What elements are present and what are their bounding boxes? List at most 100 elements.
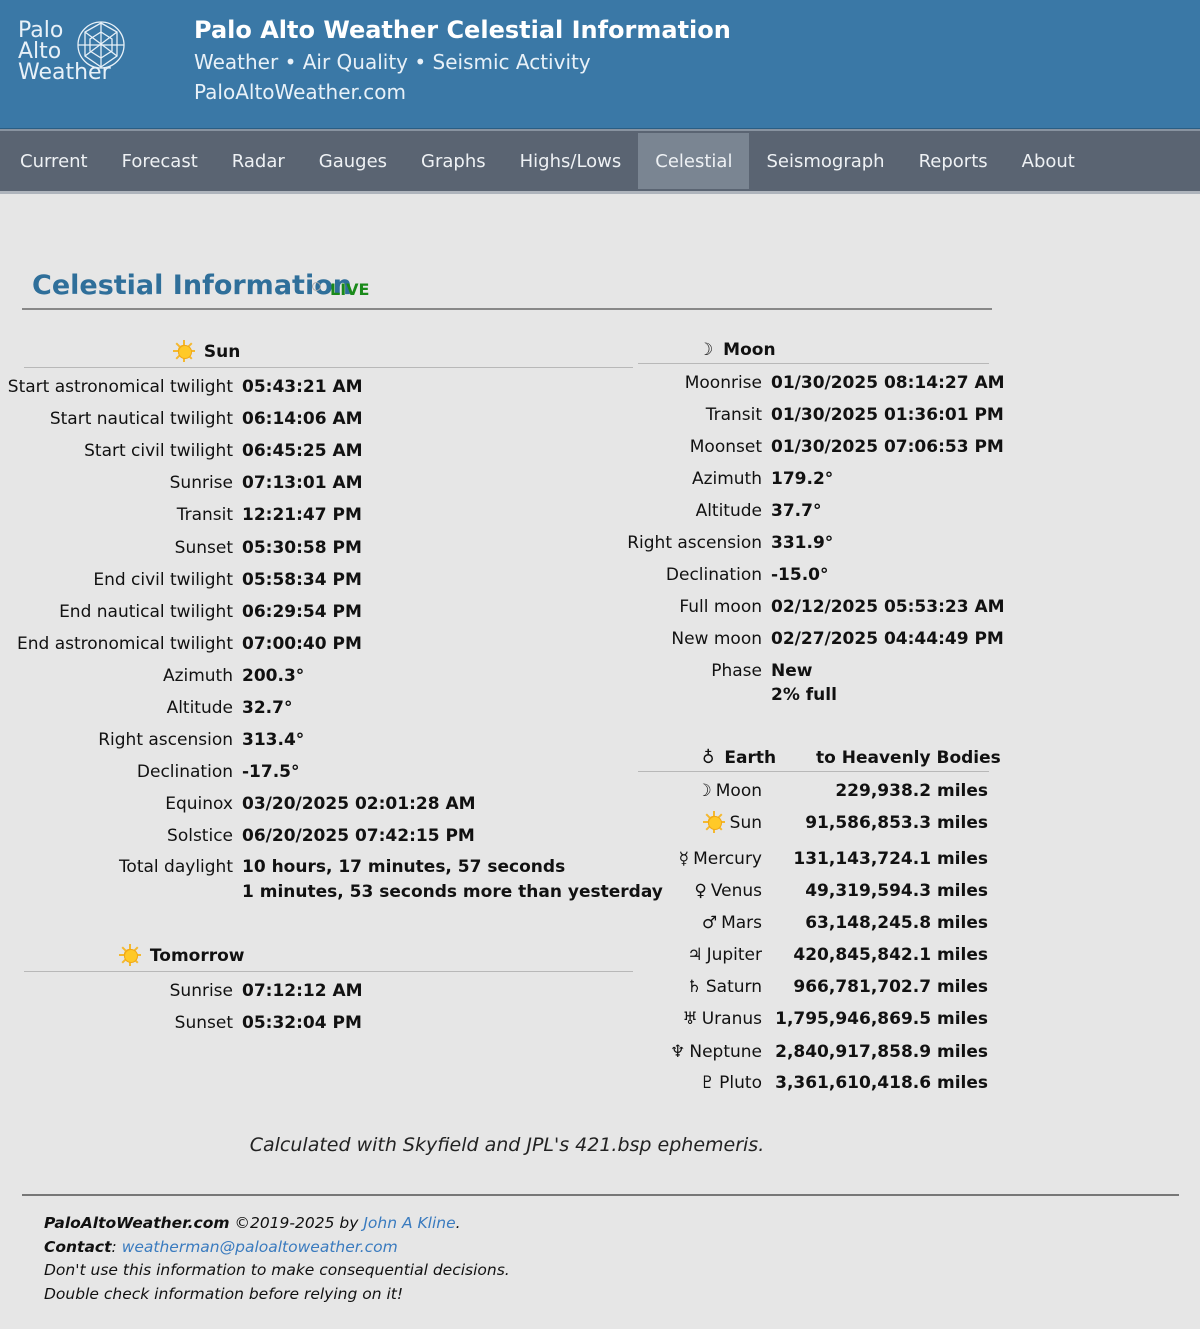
footer: PaloAltoWeather.com ©2019-2025 by John A… [44, 1212, 510, 1306]
row-label: Total daylight [118, 857, 233, 877]
planet-name: Pluto [719, 1073, 762, 1093]
row-label: Transit [176, 505, 233, 526]
sun-icon [702, 811, 725, 833]
row-value: 05:43:21 AM [242, 377, 363, 397]
row-label: Right ascension [98, 730, 233, 751]
row-label: ♀ Venus [600, 881, 762, 901]
row-label: ♄ Saturn [600, 977, 762, 997]
nav-gauges[interactable]: Gauges [302, 133, 404, 189]
site-logo[interactable]: Palo Alto Weather [18, 20, 130, 90]
planet-name: Moon [715, 781, 762, 801]
row-label: ♂ Mars [600, 913, 762, 933]
nav-reports[interactable]: Reports [902, 133, 1005, 189]
row-value: 07:12:12 AM [242, 981, 363, 1001]
page-title: Celestial Information [32, 270, 352, 301]
footer-site: PaloAltoWeather.com [44, 1214, 230, 1232]
row-value: 49,319,594.3 miles [805, 881, 988, 901]
row-label: Right ascension [627, 533, 762, 553]
nav-celestial[interactable]: Celestial [638, 133, 750, 189]
row-label: Azimuth [691, 469, 762, 489]
row-label: Sunrise [169, 981, 233, 1001]
planet-name: Sun [729, 813, 762, 833]
row-label: Altitude [695, 501, 762, 521]
nav-seismograph[interactable]: Seismograph [749, 133, 901, 189]
row-label: Equinox [165, 794, 233, 815]
row-label: ☽ Moon [600, 781, 763, 801]
row-value: 131,143,724.1 miles [793, 849, 988, 869]
footer-divider [22, 1194, 1179, 1196]
site-header: Palo Alto Weather Palo Alto Weather Cele… [0, 0, 1200, 129]
tomorrow-heading-rule [24, 971, 633, 972]
nav-graphs[interactable]: Graphs [404, 133, 503, 189]
earth-heading: ♁ Earth [702, 748, 777, 768]
row-value: 06:14:06 AM [242, 409, 363, 430]
live-indicator-icon [312, 282, 321, 291]
row-value: 02/12/2025 05:53:23 AM [771, 597, 1005, 617]
planet-name: Jupiter [706, 945, 762, 965]
site-subtitle: Weather • Air Quality • Seismic Activity [194, 50, 591, 74]
row-label: ♃ Jupiter [600, 945, 762, 965]
email-link[interactable]: weatherman@paloaltoweather.com [122, 1238, 398, 1256]
planet-symbol-icon: ♄ [686, 977, 702, 997]
sun-icon [119, 944, 141, 966]
nav-about[interactable]: About [1005, 133, 1092, 189]
planet-name: Venus [710, 881, 762, 901]
row-label: Full moon [679, 597, 762, 617]
planet-symbol-icon: ☽ [696, 781, 712, 801]
planet-symbol-icon: ♇ [699, 1073, 716, 1093]
row-label: Start astronomical twilight [7, 377, 233, 397]
moon-icon: ☽ [698, 340, 714, 360]
row-value: 91,586,853.3 miles [805, 813, 988, 833]
row-label: Altitude [166, 698, 233, 718]
earth-heading-right: to Heavenly Bodies [816, 748, 1001, 768]
row-value: 01/30/2025 07:06:53 PM [771, 437, 1004, 457]
row-value: 01/30/2025 08:14:27 AM [771, 373, 1005, 393]
site-title: Palo Alto Weather Celestial Information [194, 16, 731, 44]
row-label: End astronomical twilight [17, 633, 233, 654]
row-value: 200.3° [242, 665, 305, 686]
row-label: Declination [136, 762, 233, 783]
planet-name: Neptune [689, 1042, 762, 1062]
site-url[interactable]: PaloAltoWeather.com [194, 80, 406, 104]
row-value: 2,840,917,858.9 miles [775, 1042, 988, 1062]
row-value: New [771, 661, 813, 681]
planet-symbol-icon: ♀ [694, 881, 707, 901]
row-value: 07:00:40 PM [242, 633, 362, 654]
row-value: 05:32:04 PM [242, 1013, 362, 1033]
globe-icon [77, 21, 125, 69]
planet-symbol-icon: ♂ [701, 913, 718, 933]
disclaimer-1: Don't use this information to make conse… [44, 1261, 510, 1279]
row-label: New moon [671, 629, 762, 649]
planet-symbol-icon: ♃ [687, 945, 703, 965]
row-label: ♅ Uranus [600, 1009, 762, 1029]
row-label: Start nautical twilight [49, 409, 233, 430]
moon-heading-rule [638, 363, 989, 364]
moon-heading: ☽ Moon [698, 340, 776, 360]
nav-forecast[interactable]: Forecast [105, 133, 215, 189]
nav-current[interactable]: Current [3, 133, 105, 189]
row-value-extra: 2% full [771, 685, 837, 705]
planet-name: Mars [721, 913, 762, 933]
row-value: 10 hours, 17 minutes, 57 seconds [242, 857, 566, 877]
row-value: 01/30/2025 01:36:01 PM [771, 405, 1004, 425]
row-value: 179.2° [771, 469, 834, 489]
sun-heading: Sun [173, 340, 240, 362]
row-label: Declination [665, 565, 762, 585]
nav-radar[interactable]: Radar [215, 133, 302, 189]
author-link[interactable]: John A Kline [363, 1214, 455, 1232]
row-label: Sunset [174, 1013, 233, 1033]
row-value: 966,781,702.7 miles [793, 977, 988, 997]
row-label: End nautical twilight [59, 601, 233, 622]
row-label: Phase [711, 661, 762, 681]
row-value: 32.7° [242, 698, 293, 718]
row-label: Azimuth [162, 665, 233, 686]
row-value: 229,938.2 miles [835, 781, 988, 801]
row-value: 06:45:25 AM [242, 441, 363, 462]
row-value: 63,148,245.8 miles [805, 913, 988, 933]
row-label: Start civil twilight [84, 441, 233, 462]
nav-highs-lows[interactable]: Highs/Lows [503, 133, 639, 189]
row-label: Sunset [174, 537, 233, 558]
row-label: Sun [600, 811, 762, 833]
row-label: Solstice [167, 826, 233, 847]
row-value: 420,845,842.1 miles [793, 945, 988, 965]
